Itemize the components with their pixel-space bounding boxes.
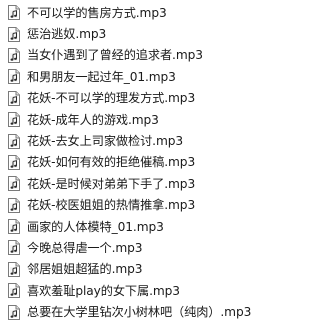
file-row[interactable]: 不可以学的售房方式.mp3	[0, 2, 321, 23]
audio-file-icon	[8, 90, 20, 106]
file-row[interactable]: 花妖-成年人的游戏.mp3	[0, 109, 321, 130]
file-name: 不可以学的售房方式.mp3	[27, 5, 167, 20]
file-name: 花妖-校医姐姐的热情推拿.mp3	[27, 198, 196, 213]
file-row[interactable]: 花妖-不可以学的理发方式.mp3	[0, 88, 321, 109]
file-row[interactable]: 和男朋友一起过年_01.mp3	[0, 66, 321, 87]
file-name: 和男朋友一起过年_01.mp3	[27, 69, 176, 84]
audio-file-icon	[8, 69, 20, 85]
audio-file-icon	[8, 304, 20, 320]
file-name: 惩治逃奴.mp3	[27, 26, 107, 41]
file-row[interactable]: 画家的人体模特_01.mp3	[0, 216, 321, 237]
file-list: 不可以学的售房方式.mp3 惩治逃奴.mp3 当女仆遇到了曾经的追求者.mp3 …	[0, 0, 321, 321]
audio-file-icon	[8, 5, 20, 21]
file-name: 总要在大学里钻次小树林吧（纯肉）.mp3	[27, 305, 252, 320]
file-name: 喜欢羞耻play的女下属.mp3	[27, 283, 180, 298]
file-name: 花妖-不可以学的理发方式.mp3	[27, 91, 196, 106]
file-row[interactable]: 当女仆遇到了曾经的追求者.mp3	[0, 45, 321, 66]
audio-file-icon	[8, 176, 20, 192]
file-name: 当女仆遇到了曾经的追求者.mp3	[27, 48, 203, 63]
file-row[interactable]: 花妖-去女上司家做检讨.mp3	[0, 130, 321, 151]
audio-file-icon	[8, 26, 20, 42]
file-name: 今晚总得虐一个.mp3	[27, 240, 143, 255]
file-row[interactable]: 总要在大学里钻次小树林吧（纯肉）.mp3	[0, 301, 321, 322]
file-name: 邻居姐姐超猛的.mp3	[27, 262, 143, 277]
audio-file-icon	[8, 133, 20, 149]
file-row[interactable]: 喜欢羞耻play的女下属.mp3	[0, 280, 321, 301]
file-name: 花妖-成年人的游戏.mp3	[27, 112, 159, 127]
file-row[interactable]: 惩治逃奴.mp3	[0, 23, 321, 44]
file-name: 画家的人体模特_01.mp3	[27, 219, 164, 234]
audio-file-icon	[8, 47, 20, 63]
file-row[interactable]: 花妖-如何有效的拒绝催稿.mp3	[0, 152, 321, 173]
audio-file-icon	[8, 154, 20, 170]
audio-file-icon	[8, 240, 20, 256]
file-row[interactable]: 花妖-是时候对弟弟下手了.mp3	[0, 173, 321, 194]
file-name: 花妖-如何有效的拒绝催稿.mp3	[27, 155, 196, 170]
file-name: 花妖-是时候对弟弟下手了.mp3	[27, 176, 196, 191]
file-row[interactable]: 今晚总得虐一个.mp3	[0, 237, 321, 258]
audio-file-icon	[8, 112, 20, 128]
file-row[interactable]: 邻居姐姐超猛的.mp3	[0, 259, 321, 280]
audio-file-icon	[8, 219, 20, 235]
audio-file-icon	[8, 197, 20, 213]
audio-file-icon	[8, 261, 20, 277]
file-row[interactable]: 花妖-校医姐姐的热情推拿.mp3	[0, 195, 321, 216]
file-name: 花妖-去女上司家做检讨.mp3	[27, 133, 184, 148]
audio-file-icon	[8, 283, 20, 299]
